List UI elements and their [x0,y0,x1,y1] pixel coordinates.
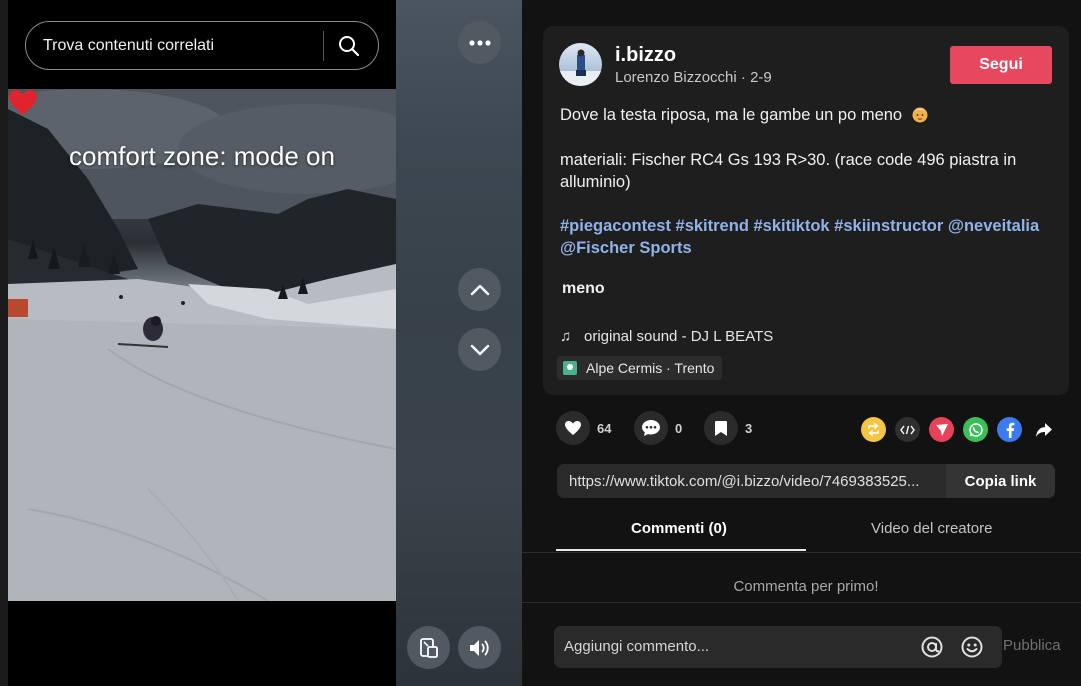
floating-player-button[interactable] [407,626,450,669]
description-line-2: materiali: Fischer RC4 Gs 193 R>30. (rac… [560,151,1017,191]
mention-icon[interactable] [920,635,944,659]
comment-input[interactable]: Aggiungi commento... [564,638,709,655]
avatar[interactable] [559,43,602,86]
video-player[interactable]: comfort zone: mode on [8,89,396,601]
tabs-divider [522,552,1081,553]
music-note-icon: ♫ [560,328,572,345]
video-url[interactable]: https://www.tiktok.com/@i.bizzo/video/74… [569,473,941,490]
search-icon[interactable] [338,35,360,57]
left-edge [0,0,8,686]
comment-count: 0 [675,420,683,436]
send-to-friends-button[interactable] [929,417,954,442]
more-options-button[interactable] [458,21,501,64]
like-count: 64 [597,420,612,436]
show-less-button[interactable]: meno [562,280,605,298]
chevron-up-icon [470,284,489,295]
search-divider [323,31,324,61]
music-link[interactable]: ♫ original sound - DJ L BEATS [560,328,773,345]
comment-icon [642,420,660,436]
more-share-button[interactable] [1031,417,1056,442]
mini-player-icon [419,637,438,658]
tab-comments[interactable]: Commenti (0) [631,520,727,537]
follow-button[interactable]: Segui [950,46,1052,84]
username[interactable]: i.bizzo [615,44,676,67]
facebook-share-button[interactable] [997,417,1022,442]
post-info-card: i.bizzo Lorenzo Bizzocchi · 2-9 Segui Do… [543,26,1069,395]
comments-divider [522,602,1081,603]
active-tab-indicator [556,549,806,551]
comment-action[interactable]: 0 [634,411,682,445]
location-label: Alpe Cermis · Trento [586,360,715,376]
video-pane: Trova contenuti correlati comfort zone: … [0,0,396,686]
music-title: original sound - DJ L BEATS [584,328,774,345]
empty-comments-message: Commenta per primo! [733,578,879,595]
previous-video-button[interactable] [458,268,501,311]
description-line-1: Dove la testa riposa, ma le gambe un po … [560,105,929,125]
comment-input-box[interactable]: Aggiungi commento... [554,626,1002,668]
video-link-box: https://www.tiktok.com/@i.bizzo/video/74… [557,464,1055,498]
tab-creator-videos[interactable]: Video del creatore [871,520,992,537]
author-subline: Lorenzo Bizzocchi · 2-9 [615,69,772,86]
description-text: Dove la testa riposa, ma le gambe un po … [560,106,903,124]
paper-plane-icon [935,423,948,436]
video-controls-strip [396,0,522,686]
location-pin-icon [563,361,577,375]
share-arrow-icon [1035,422,1052,437]
face-emoji-icon [912,107,928,123]
bookmark-icon [715,420,727,436]
copy-link-button[interactable]: Copia link [946,464,1055,498]
red-heart-icon [9,90,37,115]
volume-icon [469,639,489,656]
repost-button[interactable] [861,417,886,442]
avatar-image [559,49,602,86]
save-count: 3 [745,420,753,436]
whatsapp-share-button[interactable] [963,417,988,442]
embed-code-icon [900,425,915,434]
comment-button[interactable] [634,411,668,445]
like-action[interactable]: 64 [556,411,611,445]
tiktok-video-page: Trova contenuti correlati comfort zone: … [0,0,1081,686]
subline-separator: · [740,69,751,86]
display-name[interactable]: Lorenzo Bizzocchi [615,69,737,86]
chevron-down-icon [470,344,489,355]
like-button[interactable] [556,411,590,445]
post-date: 2-9 [750,69,772,86]
embed-button[interactable] [895,417,920,442]
emoji-icon[interactable] [960,635,984,659]
save-action[interactable]: 3 [704,411,752,445]
facebook-icon [1006,422,1014,438]
volume-button[interactable] [458,626,501,669]
whatsapp-icon [968,422,983,437]
video-caption: comfort zone: mode on [69,141,335,171]
heart-icon [565,421,581,435]
details-pane: i.bizzo Lorenzo Bizzocchi · 2-9 Segui Do… [522,0,1081,686]
next-video-button[interactable] [458,328,501,371]
more-icon [468,39,491,46]
save-button[interactable] [704,411,738,445]
hashtags[interactable]: #piegacontest #skitrend #skitiktok #skii… [560,215,1050,259]
search-bar[interactable]: Trova contenuti correlati [25,21,379,70]
location-tag[interactable]: Alpe Cermis · Trento [557,356,723,380]
publish-button[interactable]: Pubblica [1003,637,1061,654]
search-input[interactable]: Trova contenuti correlati [43,37,214,55]
repost-icon [868,423,879,436]
